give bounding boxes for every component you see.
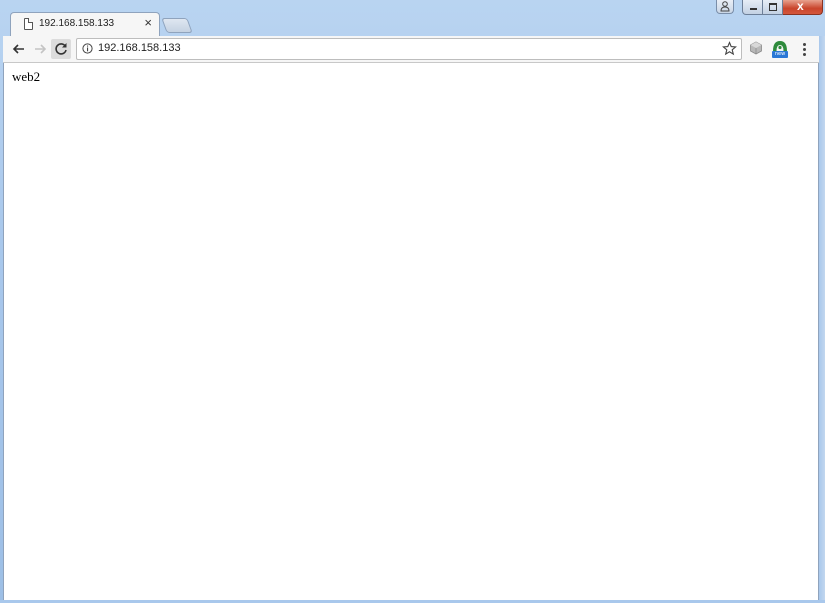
arrow-right-icon [35, 44, 47, 54]
extension-cube-icon[interactable] [749, 41, 763, 55]
window-frame-right [819, 36, 825, 603]
arrow-left-icon [12, 44, 24, 54]
tab-close-icon[interactable]: × [144, 15, 152, 30]
minimize-button[interactable] [742, 0, 763, 15]
tab-active[interactable]: 192.168.158.133 × [10, 12, 160, 36]
kebab-menu-icon[interactable] [798, 41, 810, 57]
menu-dot [803, 53, 806, 56]
tab-title: 192.168.158.133 [39, 18, 115, 29]
reload-icon [55, 43, 67, 55]
browser-window: 192.168.158.133 × x 192.168.158.133 new … [0, 0, 825, 603]
profile-button[interactable] [716, 0, 734, 14]
new-tab-button[interactable] [161, 18, 193, 33]
extension-new-button[interactable]: new [770, 38, 790, 60]
page-body-text: web2 [12, 69, 41, 84]
back-button[interactable] [10, 40, 28, 58]
menu-dot [803, 43, 806, 46]
tab-strip: 192.168.158.133 × x [0, 0, 825, 36]
star-icon[interactable] [722, 41, 737, 56]
user-icon [720, 1, 730, 12]
page-icon [24, 18, 33, 30]
window-controls: x [742, 0, 823, 15]
page-viewport: web2 [3, 63, 819, 600]
maximize-button[interactable] [763, 0, 783, 15]
extension-arch-icon [773, 41, 787, 51]
close-icon: x [797, 0, 804, 13]
extension-badge: new [772, 51, 788, 58]
close-window-button[interactable]: x [783, 0, 823, 15]
reload-button[interactable] [51, 39, 71, 59]
url-text[interactable]: 192.168.158.133 [98, 42, 181, 54]
forward-button[interactable] [31, 40, 49, 58]
browser-toolbar: 192.168.158.133 new [3, 36, 819, 63]
address-bar[interactable]: 192.168.158.133 [76, 38, 742, 60]
menu-dot [803, 48, 806, 51]
info-icon[interactable] [82, 43, 93, 54]
